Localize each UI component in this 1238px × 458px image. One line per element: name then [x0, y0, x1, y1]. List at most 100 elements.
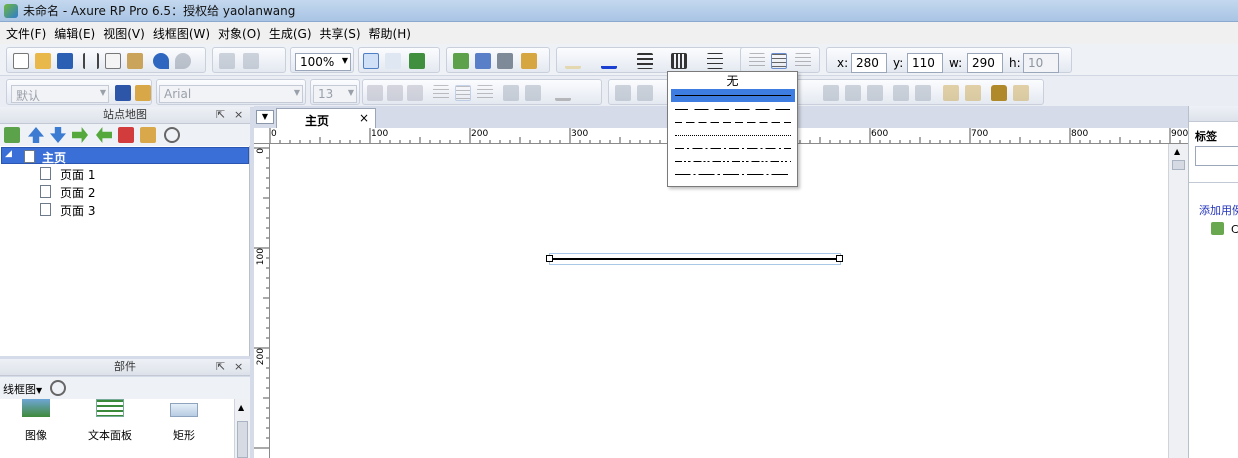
zoom-select[interactable]: 100% ▼ — [295, 53, 351, 71]
line-width-icon[interactable] — [637, 53, 653, 69]
bring-forward-icon[interactable] — [497, 53, 513, 69]
line-style-dotted-dense[interactable] — [671, 129, 795, 141]
resize-handle-left[interactable] — [546, 255, 553, 262]
tab-home[interactable]: 主页 × — [276, 108, 376, 128]
scroll-up-icon[interactable]: ▲ — [238, 403, 244, 412]
search-icon[interactable] — [164, 127, 180, 143]
line-style-long-dash-dot[interactable] — [671, 168, 795, 180]
text-panel-widget-icon[interactable] — [96, 399, 124, 417]
sitemap-item-home[interactable]: ◢ 主页 — [1, 147, 249, 165]
line-style-solid[interactable] — [671, 89, 795, 102]
copy-icon[interactable] — [105, 53, 121, 69]
w-input[interactable]: 290 — [967, 53, 1003, 73]
undo-icon[interactable] — [153, 53, 169, 69]
pin-icon[interactable]: ⇱ — [216, 359, 225, 375]
underline-icon[interactable] — [407, 85, 423, 101]
align-bottom-icon[interactable] — [823, 85, 839, 101]
size-match-icon[interactable] — [965, 85, 981, 101]
distribute-v-icon[interactable] — [915, 85, 931, 101]
menu-edit[interactable]: 编辑(E) — [50, 25, 99, 42]
redo-icon[interactable] — [175, 53, 191, 69]
unlock-icon[interactable] — [1013, 85, 1029, 101]
scrollbar-thumb[interactable] — [1172, 160, 1185, 170]
format-painter-icon[interactable] — [115, 85, 131, 101]
expand-icon[interactable]: ◢ — [5, 149, 12, 159]
add-page-icon[interactable] — [4, 127, 20, 143]
case-item-label[interactable]: C — [1231, 223, 1238, 236]
menu-generate[interactable]: 生成(G) — [265, 25, 316, 42]
text-color-icon[interactable] — [555, 85, 571, 101]
spacing-icon[interactable] — [771, 53, 787, 69]
indent-icon[interactable] — [72, 127, 88, 143]
justify-icon[interactable] — [795, 53, 811, 69]
bullet-icon[interactable] — [503, 85, 519, 101]
outdent-icon[interactable] — [96, 127, 112, 143]
fill-color-icon[interactable] — [565, 53, 581, 69]
line-style-dash[interactable] — [671, 103, 795, 115]
image-widget-icon[interactable] — [22, 399, 50, 417]
canvas-scrollbar[interactable]: ▲ — [1168, 144, 1188, 458]
rename-page-icon[interactable] — [140, 127, 156, 143]
sitemap-item-page-3[interactable]: 页面 3 — [0, 201, 248, 218]
group-icon[interactable] — [219, 53, 235, 69]
italic-icon[interactable] — [387, 85, 403, 101]
align-h-center-icon[interactable] — [845, 85, 861, 101]
line-style-dash-dot-dot[interactable] — [671, 155, 795, 167]
bring-front-icon[interactable] — [453, 53, 469, 69]
align-left-icon[interactable] — [433, 85, 449, 101]
y-input[interactable]: 110 — [907, 53, 943, 73]
line-style-none[interactable]: 无 — [668, 74, 797, 88]
move-down-icon[interactable] — [50, 127, 66, 143]
distribute-icon[interactable] — [749, 53, 765, 69]
arrow-style-icon[interactable] — [707, 53, 723, 69]
send-back-icon[interactable] — [475, 53, 491, 69]
style-select[interactable]: 默认 ▼ — [11, 85, 109, 103]
widget-scrollbar[interactable]: ▲ — [234, 399, 250, 458]
distribute-h-icon[interactable] — [893, 85, 909, 101]
select-contained-icon[interactable] — [385, 53, 401, 69]
line-style-dash-dot[interactable] — [671, 142, 795, 154]
sitemap-item-page-1[interactable]: 页面 1 — [0, 165, 248, 182]
resize-handle-right[interactable] — [836, 255, 843, 262]
scroll-up-icon[interactable]: ▲ — [1174, 147, 1180, 156]
scrollbar-thumb[interactable] — [237, 421, 248, 458]
lock-icon[interactable] — [991, 85, 1007, 101]
bold-icon[interactable] — [367, 85, 383, 101]
line-style-dash-small[interactable] — [671, 116, 795, 128]
link-icon[interactable] — [525, 85, 541, 101]
font-select[interactable]: Arial ▼ — [159, 85, 303, 103]
menu-file[interactable]: 文件(F) — [2, 25, 50, 42]
sitemap-item-page-2[interactable]: 页面 2 — [0, 183, 248, 200]
pin-icon[interactable]: ⇱ — [216, 107, 225, 123]
move-up-icon[interactable] — [28, 127, 44, 143]
menu-object[interactable]: 对象(O) — [214, 25, 265, 42]
send-backward-icon[interactable] — [521, 53, 537, 69]
align-center-icon[interactable] — [455, 85, 471, 101]
design-canvas[interactable] — [270, 144, 1168, 458]
close-icon[interactable]: × — [359, 111, 369, 125]
menu-view[interactable]: 视图(V) — [99, 25, 149, 42]
rectangle-widget-icon[interactable] — [170, 403, 198, 417]
make-same-icon[interactable] — [943, 85, 959, 101]
x-input[interactable]: 280 — [851, 53, 887, 73]
close-icon[interactable]: × — [234, 359, 243, 375]
align-middle-icon[interactable] — [637, 85, 653, 101]
connector-icon[interactable] — [409, 53, 425, 69]
add-case-link[interactable]: 添加用例 — [1199, 202, 1238, 218]
open-folder-icon[interactable] — [35, 53, 51, 69]
line-color-icon[interactable] — [601, 53, 617, 69]
widget-library-select[interactable]: 线框图▼ — [3, 381, 42, 397]
brush-icon[interactable] — [135, 85, 151, 101]
ungroup-icon[interactable] — [243, 53, 259, 69]
select-intersect-icon[interactable] — [363, 53, 379, 69]
horizontal-line-widget[interactable] — [550, 258, 840, 260]
menu-wireframe[interactable]: 线框图(W) — [149, 25, 214, 42]
menu-help[interactable]: 帮助(H) — [365, 25, 415, 42]
paste-icon[interactable] — [127, 53, 143, 69]
delete-page-icon[interactable] — [118, 127, 134, 143]
cut-icon[interactable] — [83, 53, 99, 69]
align-right-icon[interactable] — [477, 85, 493, 101]
search-icon[interactable] — [50, 380, 66, 396]
tab-list-button[interactable]: ▼ — [256, 110, 274, 124]
label-input[interactable] — [1195, 146, 1238, 166]
